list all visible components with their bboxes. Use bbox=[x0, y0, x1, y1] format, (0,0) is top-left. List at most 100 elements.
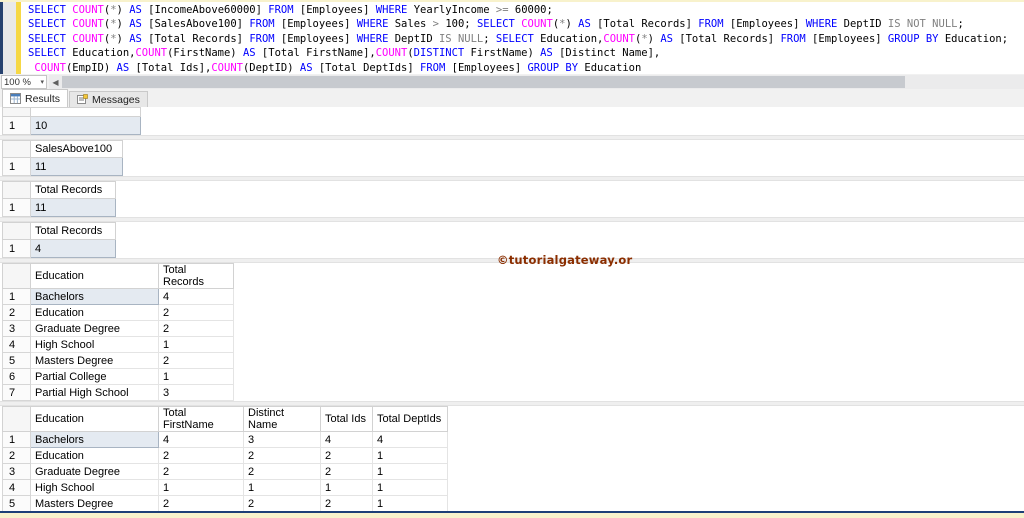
grid-cell[interactable]: Masters Degree bbox=[30, 352, 159, 369]
row-header[interactable]: 2 bbox=[2, 304, 31, 321]
grid-cell[interactable]: 4 bbox=[158, 288, 234, 305]
row-header[interactable]: 7 bbox=[2, 384, 31, 401]
grid-cell[interactable]: 2 bbox=[320, 495, 373, 511]
row-header[interactable]: 1 bbox=[2, 431, 31, 448]
grid-corner-cell[interactable] bbox=[2, 107, 31, 117]
grid-cell[interactable]: 2 bbox=[158, 352, 234, 369]
row-header[interactable]: 3 bbox=[2, 320, 31, 337]
grid-cell[interactable]: 1 bbox=[158, 368, 234, 385]
grid-cell[interactable]: 1 bbox=[372, 479, 448, 496]
code-lines[interactable]: SELECT COUNT(*) AS [IncomeAbove60000] FR… bbox=[21, 2, 1024, 74]
editor-indicator-margin bbox=[3, 2, 16, 74]
grid-cell[interactable]: 2 bbox=[158, 447, 244, 464]
grid-cell[interactable]: 3 bbox=[243, 431, 321, 448]
column-header[interactable]: Total Records bbox=[30, 222, 116, 240]
grid-cell[interactable]: 1 bbox=[372, 463, 448, 480]
grid-cell[interactable]: 2 bbox=[158, 495, 244, 511]
column-header[interactable]: IncomeAbove60000 bbox=[30, 107, 141, 117]
grid-cell[interactable]: 2 bbox=[243, 495, 321, 511]
column-header[interactable]: SalesAbove100 bbox=[30, 140, 123, 158]
table-row: 1 10 bbox=[2, 116, 141, 135]
bottom-cream-strip bbox=[0, 513, 1024, 518]
grid-corner-cell[interactable] bbox=[2, 222, 31, 240]
results-grids: IncomeAbove60000110SalesAbove100111Total… bbox=[0, 107, 1024, 511]
column-header[interactable]: Total DeptIds bbox=[372, 406, 448, 432]
grid-cell[interactable]: Graduate Degree bbox=[30, 463, 159, 480]
column-header[interactable]: Education bbox=[30, 406, 159, 432]
grid-cell[interactable]: 4 bbox=[372, 431, 448, 448]
grid-separator[interactable] bbox=[0, 217, 1024, 222]
grid-corner-cell[interactable] bbox=[2, 140, 31, 158]
grid-cell[interactable]: Bachelors bbox=[30, 431, 159, 448]
result-grid-education-details: Education Total FirstName Distinct Name Tot… bbox=[2, 406, 448, 511]
column-header[interactable]: Total Records bbox=[158, 263, 234, 289]
column-header[interactable]: Total Records bbox=[30, 181, 116, 199]
row-header[interactable]: 1 bbox=[2, 239, 31, 258]
table-row: 5 Masters Degree 2 2 2 1 bbox=[2, 495, 448, 511]
row-header[interactable]: 6 bbox=[2, 368, 31, 385]
grid-cell[interactable]: 2 bbox=[158, 463, 244, 480]
grid-cell[interactable]: 2 bbox=[243, 463, 321, 480]
grid-separator[interactable] bbox=[0, 176, 1024, 181]
row-header[interactable]: 3 bbox=[2, 463, 31, 480]
grid-cell[interactable]: 1 bbox=[372, 447, 448, 464]
grid-cell[interactable]: Education bbox=[30, 304, 159, 321]
grid-cell[interactable]: Education bbox=[30, 447, 159, 464]
tab-messages[interactable]: Messages bbox=[69, 91, 148, 107]
table-row: 14 bbox=[2, 239, 116, 258]
column-header[interactable]: Education bbox=[30, 263, 159, 289]
grid-separator[interactable] bbox=[0, 135, 1024, 140]
grid-cell[interactable]: 1 bbox=[243, 479, 321, 496]
watermark-text: ©tutorialgateway.or bbox=[497, 253, 633, 267]
grid-corner-cell[interactable] bbox=[2, 406, 31, 432]
table-row: 3 Graduate Degree 2 2 2 1 bbox=[2, 463, 448, 480]
grid-cell[interactable]: Masters Degree bbox=[30, 495, 159, 511]
grid-cell[interactable]: 4 bbox=[30, 239, 116, 258]
code-line: SELECT Education,COUNT(FirstName) AS [To… bbox=[28, 47, 661, 60]
grid-cell[interactable]: 2 bbox=[320, 447, 373, 464]
row-header[interactable]: 1 bbox=[2, 116, 31, 135]
grid-cell[interactable]: 11 bbox=[30, 157, 123, 176]
grid-cell[interactable]: 4 bbox=[158, 431, 244, 448]
row-header[interactable]: 1 bbox=[2, 157, 31, 176]
sql-editor[interactable]: SELECT COUNT(*) AS [IncomeAbove60000] FR… bbox=[0, 2, 1024, 74]
grid-cell[interactable]: 4 bbox=[320, 431, 373, 448]
row-header[interactable]: 1 bbox=[2, 198, 31, 217]
row-header[interactable]: 1 bbox=[2, 288, 31, 305]
grid-cell[interactable]: 1 bbox=[372, 495, 448, 511]
row-header[interactable]: 4 bbox=[2, 336, 31, 353]
grid-cell[interactable]: 2 bbox=[320, 463, 373, 480]
zoom-level-dropdown[interactable]: 100 % ▾ bbox=[1, 75, 47, 89]
grid-corner-cell[interactable] bbox=[2, 181, 31, 199]
row-header[interactable]: 5 bbox=[2, 352, 31, 369]
grid-cell[interactable]: 3 bbox=[158, 384, 234, 401]
column-header[interactable]: Distinct Name bbox=[243, 406, 321, 432]
scrollbar-thumb[interactable] bbox=[62, 76, 905, 88]
tab-results[interactable]: Results bbox=[2, 89, 69, 107]
grid-cell[interactable]: High School bbox=[30, 336, 159, 353]
grid-cell[interactable]: 1 bbox=[158, 479, 244, 496]
grid-cell[interactable]: Graduate Degree bbox=[30, 320, 159, 337]
scroll-left-arrow-icon[interactable]: ◀ bbox=[49, 75, 62, 89]
grid-cell[interactable]: Partial College bbox=[30, 368, 159, 385]
grid-cell[interactable]: Partial High School bbox=[30, 384, 159, 401]
grid-cell[interactable]: 10 bbox=[30, 116, 141, 135]
grid-cell[interactable]: High School bbox=[30, 479, 159, 496]
grid-cell[interactable]: 1 bbox=[158, 336, 234, 353]
column-header[interactable]: Total FirstName bbox=[158, 406, 244, 432]
grid-cell[interactable]: 11 bbox=[30, 198, 116, 217]
grid-cell[interactable]: 2 bbox=[158, 320, 234, 337]
horizontal-scrollbar[interactable]: ◀ bbox=[49, 75, 1024, 89]
row-header[interactable]: 4 bbox=[2, 479, 31, 496]
row-header[interactable]: 5 bbox=[2, 495, 31, 511]
grid-corner-cell[interactable] bbox=[2, 263, 31, 289]
grid-cell[interactable]: 2 bbox=[243, 447, 321, 464]
result-grid-sales: SalesAbove100 1 11 bbox=[2, 140, 123, 176]
grid-cell[interactable]: 2 bbox=[158, 304, 234, 321]
code-line: SELECT COUNT(*) AS [Total Records] FROM … bbox=[28, 32, 1009, 45]
column-header[interactable]: Total Ids bbox=[320, 406, 373, 432]
grid-cell[interactable]: Bachelors bbox=[30, 288, 159, 305]
row-header[interactable]: 2 bbox=[2, 447, 31, 464]
grid-cell[interactable]: 1 bbox=[320, 479, 373, 496]
table-row: 1 Bachelors 4 3 4 4 bbox=[2, 431, 448, 448]
